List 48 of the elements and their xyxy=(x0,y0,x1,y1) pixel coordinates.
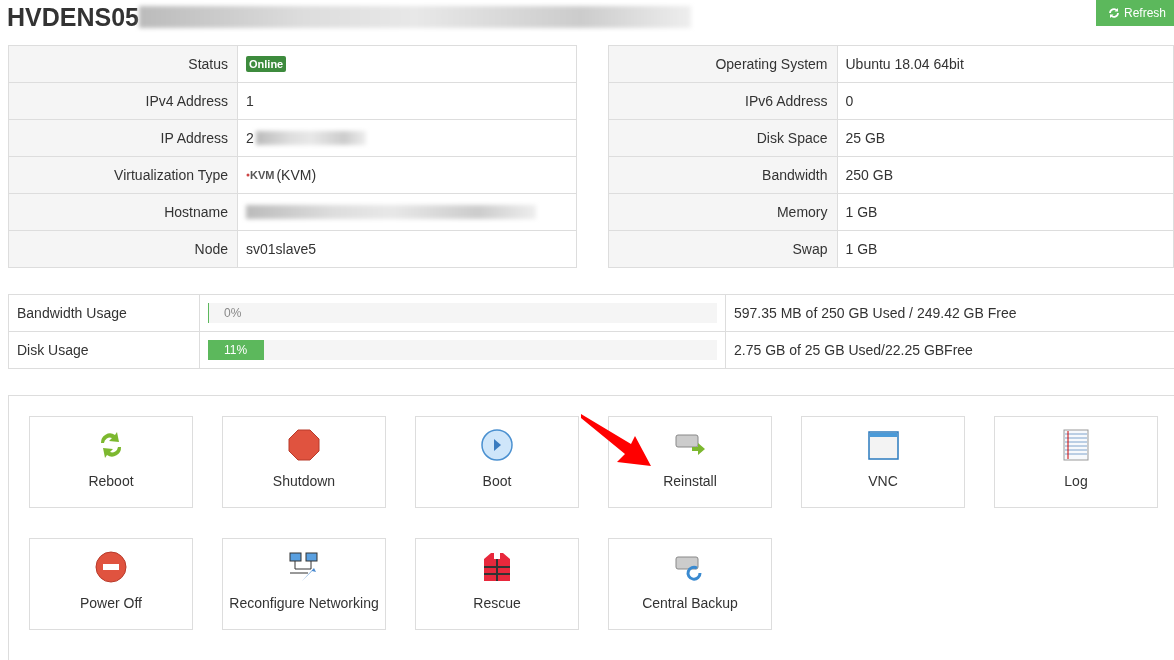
value-text: 0 xyxy=(845,93,854,109)
action-button[interactable]: VNC xyxy=(801,416,965,508)
field-label: Virtualization Type xyxy=(9,157,238,193)
value-text: sv01slave5 xyxy=(246,241,317,257)
action-button[interactable]: Log xyxy=(994,416,1158,508)
field-label: Swap xyxy=(608,231,838,267)
value-text: 25 GB xyxy=(845,130,886,146)
percent-text: 0% xyxy=(223,305,242,322)
value-text: (KVM) xyxy=(276,167,317,183)
field-label: Bandwidth xyxy=(608,157,838,193)
refresh-icon xyxy=(1107,7,1120,19)
action-button[interactable]: Central Backup xyxy=(608,538,772,630)
usage-summary: 597.35 MB of 250 GB Used / 249.42 GB Free xyxy=(733,304,1018,323)
action-button[interactable]: Power Off xyxy=(29,538,193,630)
value-text: 2 xyxy=(246,130,254,146)
action-button[interactable]: Reconfigure Networking xyxy=(222,538,386,630)
action-button[interactable]: Shutdown xyxy=(222,416,386,508)
field-label: IPv6 Address xyxy=(608,83,838,119)
usage-summary: 2.75 GB of 25 GB Used/22.25 GBFree xyxy=(733,341,974,360)
usage-label: Disk Usage xyxy=(9,332,200,368)
notepad-icon xyxy=(1060,429,1092,461)
field-label: Operating System xyxy=(608,46,838,82)
value-text: Ubuntu 18.04 64bit xyxy=(845,56,964,72)
value-text: 1 GB xyxy=(845,241,878,257)
status-badge: Online xyxy=(246,56,287,72)
action-button[interactable]: Reinstall xyxy=(608,416,772,508)
action-button[interactable]: Reboot xyxy=(29,416,193,508)
field-label: Memory xyxy=(608,194,838,230)
server-title: HVDENS05 xyxy=(7,3,139,31)
value-text: 1 GB xyxy=(845,204,878,220)
kvm-logo: KVM xyxy=(246,169,275,181)
stop-sign-icon xyxy=(288,429,320,461)
field-label: Status xyxy=(9,46,238,82)
usage-label: Bandwidth Usage xyxy=(9,295,200,331)
life-vest-icon xyxy=(481,551,513,583)
field-label: Disk Space xyxy=(608,120,838,156)
field-label: Hostname xyxy=(9,194,238,230)
field-label: Node xyxy=(9,231,238,267)
field-label: IPv4 Address xyxy=(9,83,238,119)
action-button[interactable]: Boot xyxy=(415,416,579,508)
window-icon xyxy=(867,429,899,461)
value-text: 250 GB xyxy=(845,167,893,183)
no-entry-icon xyxy=(95,551,127,583)
field-label: IP Address xyxy=(9,120,238,156)
value-text: 1 xyxy=(246,93,254,109)
action-button[interactable]: Rescue xyxy=(415,538,579,630)
percent-text: 11% xyxy=(223,342,248,359)
play-circle-icon xyxy=(481,429,513,461)
